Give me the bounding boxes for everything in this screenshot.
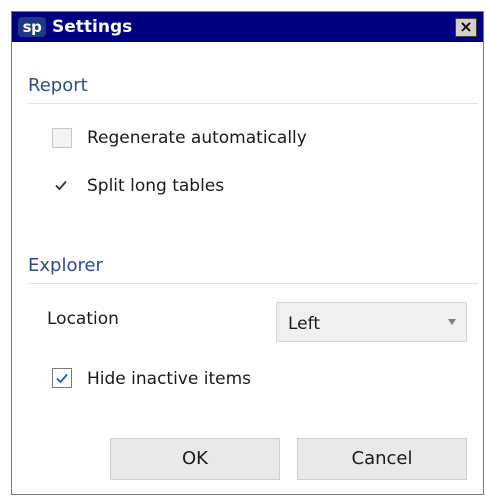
explorer-section-title: Explorer (28, 255, 103, 276)
close-icon: × (459, 17, 473, 36)
hide-inactive-items-checkbox[interactable] (52, 368, 72, 388)
regenerate-automatically-label[interactable]: Regenerate automatically (87, 127, 307, 149)
checkmark-icon (56, 373, 68, 384)
close-button[interactable]: × (455, 18, 477, 37)
location-select[interactable]: Left (276, 302, 467, 342)
chevron-down-icon (448, 319, 456, 325)
regenerate-automatically-checkbox[interactable] (52, 128, 72, 148)
settings-dialog: sp Settings × Report Regenerate automati… (11, 11, 484, 495)
ok-button[interactable]: OK (110, 438, 280, 480)
report-divider (28, 103, 478, 104)
checkmark-icon (55, 180, 67, 191)
location-label: Location (47, 309, 119, 329)
title-bar[interactable]: sp Settings × (12, 12, 483, 42)
window-title: Settings (52, 17, 133, 37)
cancel-button[interactable]: Cancel (297, 438, 467, 480)
location-select-value: Left (288, 314, 320, 334)
explorer-divider (28, 283, 478, 284)
split-long-tables-checkbox[interactable] (52, 176, 72, 196)
app-logo-icon: sp (18, 17, 46, 37)
report-section-title: Report (28, 75, 88, 96)
split-long-tables-label[interactable]: Split long tables (87, 175, 224, 197)
hide-inactive-items-label[interactable]: Hide inactive items (87, 368, 251, 390)
